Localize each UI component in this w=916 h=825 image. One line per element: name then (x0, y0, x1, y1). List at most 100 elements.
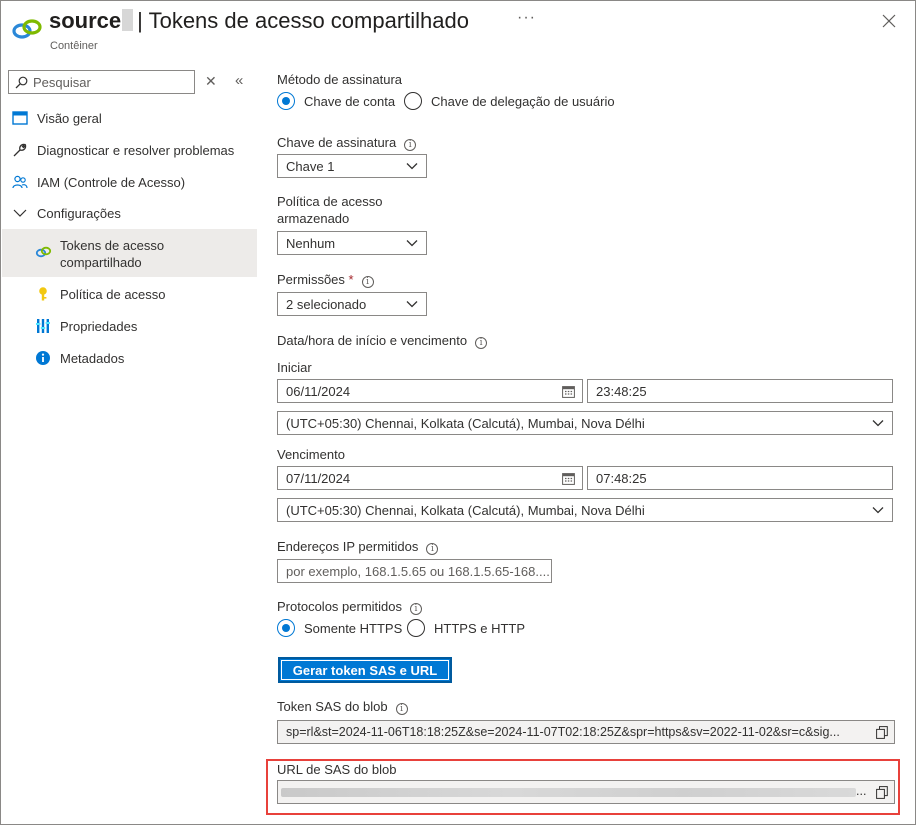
signing-key-dropdown[interactable]: Chave 1 (277, 154, 427, 178)
start-time-input[interactable]: 23:48:25 (587, 379, 893, 403)
redacted-name (122, 9, 134, 31)
info-icon[interactable]: i (395, 703, 408, 715)
stored-policy-label-line2: armazenado (277, 211, 350, 226)
sidebar-item-label: Tokens de acesso compartilhado (60, 238, 165, 270)
resource-type: Contêiner (50, 40, 98, 52)
chevron-down-icon (406, 163, 418, 170)
sidebar-item-overview[interactable]: Visão geral (12, 110, 102, 126)
collapse-sidebar-icon[interactable]: « (235, 72, 243, 89)
sidebar-item-label: Política de acesso (60, 286, 166, 302)
properties-icon (36, 319, 50, 333)
field-value: sp=rl&st=2024-11-06T18:18:25Z&se=2024-11… (286, 725, 840, 739)
field-ellipsis: ... (856, 784, 867, 798)
search-icon (15, 76, 28, 88)
label-text: Permissões (277, 272, 345, 287)
chevron-down-icon (406, 301, 418, 308)
close-icon[interactable] (881, 13, 897, 29)
clear-search-icon[interactable]: ✕ (205, 73, 217, 90)
sidebar-item-label: Configurações (37, 205, 121, 221)
allowed-ip-input[interactable]: por exemplo, 168.1.5.65 ou 168.1.5.65-16… (277, 559, 552, 583)
stored-policy-dropdown[interactable]: Nenhum (277, 231, 427, 255)
radio-unselected (407, 619, 425, 637)
link-icon (35, 246, 52, 258)
sidebar-item-iam[interactable]: IAM (Controle de Acesso) (12, 174, 185, 190)
radio-label: Chave de conta (304, 93, 396, 109)
radio-unselected (404, 92, 422, 110)
blob-sas-url-label: URL de SAS do blob (277, 762, 397, 777)
radio-selected (277, 619, 295, 637)
dropdown-value: Chave 1 (286, 158, 335, 174)
chevron-down-icon (872, 507, 884, 514)
permissions-label: Permissões * i (277, 272, 374, 288)
expiry-label: Vencimento (277, 447, 345, 462)
calendar-icon[interactable] (562, 472, 575, 485)
start-date-input[interactable]: 06/11/2024 (277, 379, 583, 403)
expiry-date-input[interactable]: 07/11/2024 (277, 466, 583, 490)
sas-panel: source | Tokens de acesso compartilhado C… (0, 0, 916, 825)
sidebar-item-metadata[interactable]: Metadados (35, 350, 124, 366)
overview-icon (12, 111, 28, 125)
label-text: Endereços IP permitidos (277, 539, 419, 554)
sidebar-item-properties[interactable]: Propriedades (35, 318, 137, 334)
label-text: Protocolos permitidos (277, 599, 402, 614)
search-placeholder: Pesquisar (33, 74, 91, 90)
shared-access-link-icon (12, 19, 42, 39)
field-value: 07:48:25 (596, 470, 647, 486)
expiry-timezone-dropdown[interactable]: (UTC+05:30) Chennai, Kolkata (Calcutá), … (277, 498, 893, 522)
protocols-label: Protocolos permitidos i (277, 599, 422, 615)
chevron-down-icon (406, 240, 418, 247)
key-icon (39, 287, 47, 301)
sidebar-item-access-policy[interactable]: Política de acesso (35, 286, 166, 302)
info-icon (36, 351, 50, 365)
permissions-dropdown[interactable]: 2 selecionado (277, 292, 427, 316)
info-icon[interactable]: i (426, 543, 439, 555)
copy-icon[interactable] (876, 726, 888, 739)
info-icon[interactable]: i (475, 337, 488, 349)
people-icon (12, 175, 28, 189)
search-input[interactable]: Pesquisar (8, 70, 195, 94)
info-icon[interactable]: i (410, 603, 422, 615)
chevron-down-icon (872, 420, 884, 427)
page-title: source | Tokens de acesso compartilhado (49, 8, 469, 34)
sidebar-item-label: Metadados (60, 350, 125, 366)
info-icon[interactable]: i (361, 276, 374, 288)
field-value: 07/11/2024 (286, 470, 351, 486)
info-icon[interactable]: i (404, 139, 417, 151)
radio-user-delegation-key[interactable]: Chave de delegação de usuário (404, 92, 615, 110)
calendar-icon[interactable] (562, 385, 575, 398)
datetime-label: Data/hora de início e vencimento i (277, 333, 488, 349)
radio-selected (277, 92, 295, 110)
redacted-url (281, 788, 856, 797)
dropdown-value: Nenhum (286, 235, 336, 251)
input-placeholder: por exemplo, 168.1.5.65 ou 168.1.5.65-16… (286, 563, 550, 579)
sidebar-item-diagnose[interactable]: Diagnosticar e resolver problemas (12, 142, 234, 158)
blob-sas-token-label: Token SAS do blob i (277, 699, 408, 715)
sidebar-group-settings[interactable]: Configurações (12, 205, 121, 221)
generate-sas-button[interactable]: Gerar token SAS e URL (278, 657, 452, 683)
radio-https-and-http[interactable]: HTTPS e HTTP (407, 619, 525, 637)
start-timezone-dropdown[interactable]: (UTC+05:30) Chennai, Kolkata (Calcutá), … (277, 411, 893, 435)
radio-https-only[interactable]: Somente HTTPS (277, 619, 402, 637)
blade-title: | Tokens de acesso compartilhado (137, 8, 469, 33)
copy-icon[interactable] (876, 786, 888, 799)
field-value: 06/11/2024 (286, 383, 351, 399)
allowed-ip-label: Endereços IP permitidos i (277, 539, 439, 555)
signing-key-label: Chave de assinatura i (277, 135, 417, 151)
field-value: 23:48:25 (596, 383, 647, 399)
label-text: Chave de assinatura (277, 135, 397, 150)
dropdown-value: (UTC+05:30) Chennai, Kolkata (Calcutá), … (286, 502, 645, 518)
label-text: Token SAS do blob (277, 699, 388, 714)
wrench-icon (13, 143, 27, 157)
sidebar-item-label: Diagnosticar e resolver problemas (37, 142, 235, 158)
chevron-down-icon (13, 209, 27, 217)
radio-account-key[interactable]: Chave de conta (277, 92, 395, 110)
expiry-time-input[interactable]: 07:48:25 (587, 466, 893, 490)
signing-method-label: Método de assinatura (277, 72, 403, 87)
radio-label: Chave de delegação de usuário (431, 93, 615, 109)
resource-name: source (49, 8, 122, 33)
radio-label: Somente HTTPS (304, 620, 403, 636)
start-label: Iniciar (277, 360, 312, 375)
more-icon[interactable]: ··· (517, 9, 536, 27)
blob-sas-token-field[interactable]: sp=rl&st=2024-11-06T18:18:25Z&se=2024-11… (277, 720, 895, 744)
required-mark: * (348, 272, 354, 287)
